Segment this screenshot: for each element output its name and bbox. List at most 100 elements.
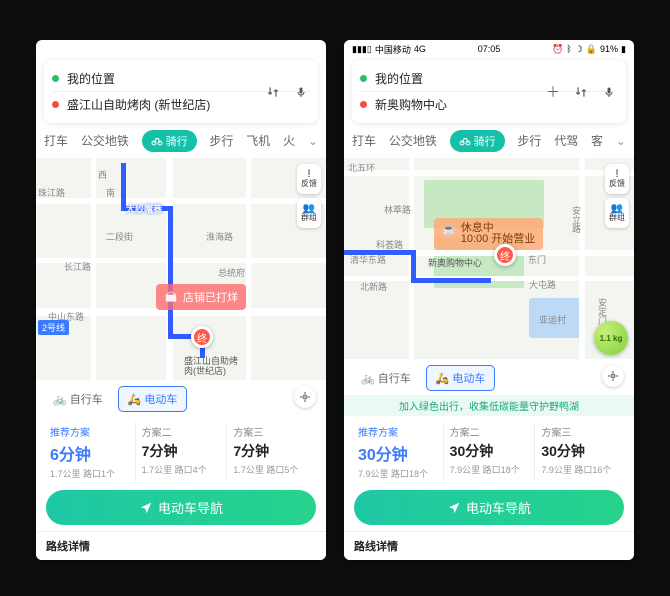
sub-tab-bicycle[interactable]: 🚲自行车 (352, 366, 420, 390)
mode-tab-cycling-active[interactable]: 骑行 (142, 130, 197, 152)
mode-tab-overflow[interactable]: 火 (283, 129, 295, 152)
carrier-label: 中国移动 (375, 43, 411, 56)
voice-icon[interactable] (600, 83, 618, 101)
destination-dot-icon (360, 101, 367, 108)
origin-text: 我的位置 (67, 70, 115, 87)
destination-text: 盛江山自助烤肉 (新世纪店) (67, 96, 210, 113)
ebike-icon: 🛵 (128, 394, 142, 406)
swap-icon[interactable] (264, 83, 282, 101)
mode-tab-flight[interactable]: 飞机 (246, 129, 270, 152)
shop-status-overlay: 店铺已打烊 (156, 284, 246, 310)
coffee-icon: ☕ (442, 223, 456, 236)
destination-marker: 终 (494, 244, 516, 266)
add-waypoint-icon[interactable]: ＋ (544, 83, 562, 101)
map-label: 西 (98, 168, 107, 181)
eco-banner[interactable]: 加入绿色出行，收集低碳能量守护野鸭湖 (344, 395, 634, 416)
dnd-icon: ☽ (575, 44, 583, 55)
map-label: 北五环 (348, 161, 375, 174)
search-actions: ＋ (544, 83, 618, 101)
signal-icon: ▮▮▮▯ (352, 44, 372, 55)
ebike-icon: 🛵 (436, 373, 450, 385)
sub-tab-ebike[interactable]: 🛵电动车 (118, 386, 188, 412)
plan-recommended[interactable]: 推荐方案 6分钟 1.7公里 路口1个 (44, 422, 136, 482)
route-details-link[interactable]: 路线详情 (36, 531, 326, 560)
map-dest-label-2: 肉(世纪店) (184, 364, 226, 377)
mode-tab-cycling-active[interactable]: 骑行 (450, 130, 505, 152)
destination-text: 新奥购物中心 (375, 96, 447, 113)
voice-icon[interactable] (292, 83, 310, 101)
map-label: 总统府 (218, 266, 245, 279)
map-label: 东门 (528, 253, 546, 266)
route-search-card: 我的位置 盛江山自助烤肉 (新世纪店) (44, 60, 318, 123)
group-button[interactable]: 👥 群组 (605, 198, 629, 228)
mode-tab-walking[interactable]: 步行 (209, 129, 233, 152)
map-label: 二段街 (106, 230, 133, 243)
map-label: 新奥购物中心 (428, 256, 482, 269)
map-label: 南 (106, 186, 115, 199)
start-navigation-button[interactable]: 电动车导航 (46, 490, 316, 525)
origin-dot-icon (360, 75, 367, 82)
status-bar: ▮▮▮▯ 中国移动 4G 07:05 ⏰ ᛒ ☽ 🔒 91% ▮ (344, 40, 634, 58)
map-label: 大屯路 (529, 278, 556, 291)
sub-tab-ebike[interactable]: 🛵电动车 (426, 365, 496, 391)
sub-tab-bicycle[interactable]: 🚲自行车 (44, 387, 112, 411)
feedback-button[interactable]: ! 反馈 (605, 164, 629, 194)
network-label: 4G (414, 44, 426, 54)
plan-option-3[interactable]: 方案三 7分钟 1.7公里 路口5个 (227, 422, 318, 482)
clock-label: 07:05 (478, 44, 501, 54)
plan-option-2[interactable]: 方案二 30分钟 7.9公里 路口18个 (444, 422, 536, 482)
mode-tab-chauffeur[interactable]: 代驾 (554, 129, 578, 152)
destination-dot-icon (52, 101, 59, 108)
mode-tab-taxi[interactable]: 打车 (44, 129, 68, 152)
nav-arrow-icon (447, 501, 461, 515)
group-button[interactable]: 👥 群组 (297, 198, 321, 228)
plan-recommended[interactable]: 推荐方案 30分钟 7.9公里 路口18个 (352, 422, 444, 482)
route-plans: 推荐方案 30分钟 7.9公里 路口18个 方案二 30分钟 7.9公里 路口1… (344, 416, 634, 486)
vehicle-sub-tabs: 🚲自行车 🛵电动车 (36, 380, 326, 416)
locate-button[interactable] (294, 386, 316, 408)
route-search-card: 我的位置 新奥购物中心 ＋ (352, 60, 626, 123)
plan-option-2[interactable]: 方案二 7分钟 1.7公里 路口4个 (136, 422, 228, 482)
vehicle-sub-tabs: 🚲自行车 🛵电动车 (344, 359, 634, 395)
transport-mode-tabs: 打车 公交地铁 骑行 步行 代驾 客 ⌄ (344, 129, 634, 158)
mode-tab-cycling-label: 骑行 (474, 133, 496, 149)
locate-icon (607, 370, 619, 382)
swap-icon[interactable] (572, 83, 590, 101)
origin-text: 我的位置 (375, 70, 423, 87)
start-navigation-button[interactable]: 电动车导航 (354, 490, 624, 525)
bluetooth-icon: ᛒ (566, 44, 571, 54)
route-details-link[interactable]: 路线详情 (344, 531, 634, 560)
bicycle-icon: 🚲 (53, 394, 67, 406)
shop-status-line2: 10:00 开始营业 (461, 234, 536, 245)
map-label: 清华东路 (350, 253, 386, 266)
shop-status-overlay: ☕ 休息中 10:00 开始营业 (434, 218, 543, 250)
chevron-down-icon[interactable]: ⌄ (308, 134, 318, 148)
mode-tab-transit[interactable]: 公交地铁 (81, 129, 129, 152)
battery-icon: ▮ (621, 44, 626, 55)
shop-status-text: 店铺已打烊 (183, 289, 238, 305)
map-label: 大纱帽巷 (126, 202, 162, 215)
plan-option-3[interactable]: 方案三 30分钟 7.9公里 路口16个 (535, 422, 626, 482)
map-label: 科荟路 (376, 238, 403, 251)
chevron-down-icon[interactable]: ⌄ (616, 134, 626, 148)
mode-tab-taxi[interactable]: 打车 (352, 129, 376, 152)
feedback-button[interactable]: ! 反馈 (297, 164, 321, 194)
phone-screen-1: 我的位置 盛江山自助烤肉 (新世纪店) 打车 公交地铁 骑行 步行 飞机 火 ⌄ (36, 40, 326, 560)
map-canvas[interactable]: 北五环 林萃路 科荟路 清华东路 新奥购物中心 东门 北新路 安立路 大屯路 安… (344, 158, 634, 359)
mode-tab-transit[interactable]: 公交地铁 (389, 129, 437, 152)
mode-tab-cycling-label: 骑行 (166, 133, 188, 149)
map-label: 安立路 (570, 206, 583, 233)
map-label: 林萃路 (384, 203, 411, 216)
map-label: 长江路 (64, 260, 91, 273)
battery-label: 91% (600, 44, 618, 54)
locate-button[interactable] (602, 365, 624, 387)
mode-tab-walking[interactable]: 步行 (517, 129, 541, 152)
map-label: 淮海路 (206, 230, 233, 243)
orient-icon: 🔒 (586, 44, 597, 55)
mode-tab-overflow[interactable]: 客 (591, 129, 603, 152)
bike-icon (151, 136, 163, 146)
eco-weight-bubble[interactable]: 1.1 kg (594, 321, 628, 355)
alarm-icon: ⏰ (552, 44, 563, 55)
nav-arrow-icon (139, 501, 153, 515)
map-canvas[interactable]: 珠江路 西 南 大纱帽巷 二段街 长江路 总统府 中山东路 淮海路 2号线 店铺… (36, 158, 326, 380)
